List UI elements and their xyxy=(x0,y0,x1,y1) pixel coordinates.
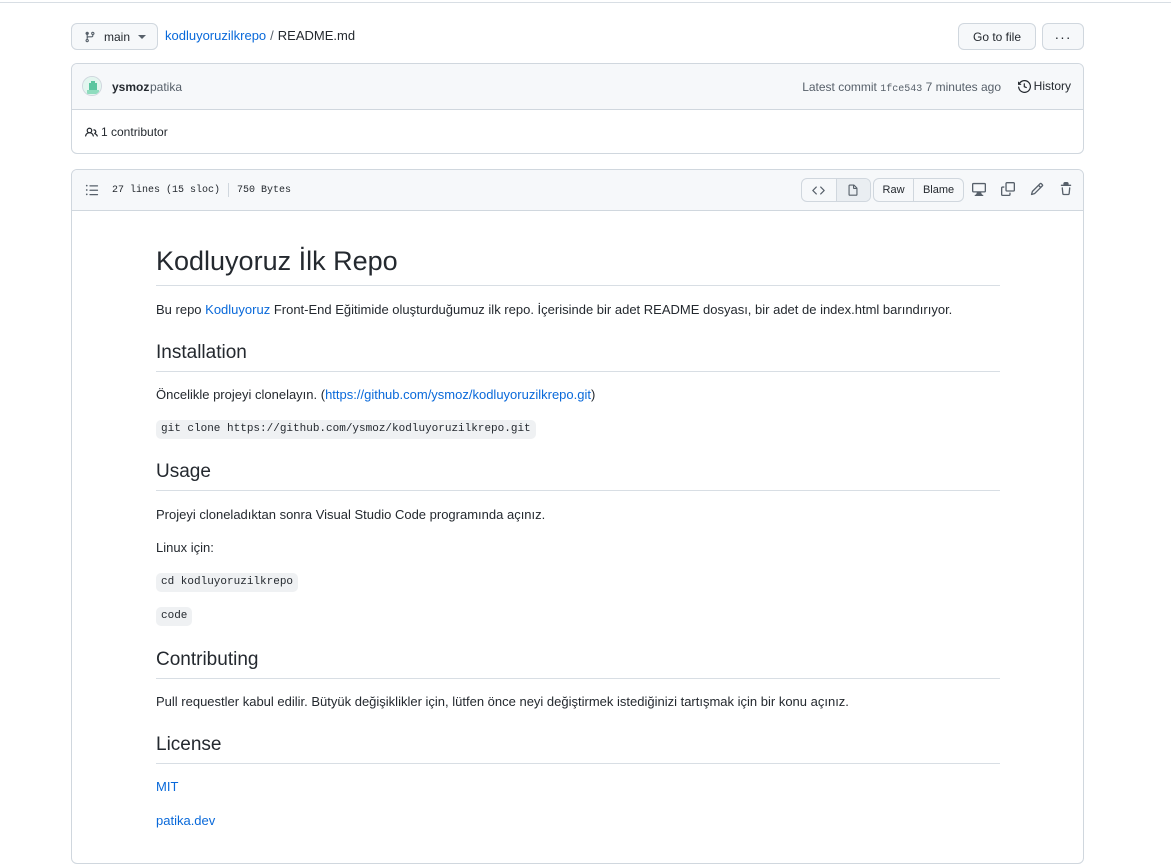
license-heading: License xyxy=(156,733,1000,764)
repo-url-link[interactable]: https://github.com/ysmoz/kodluyoruzilkre… xyxy=(325,387,591,402)
commit-header: ysmoz patika Latest commit 1fce543 7 min… xyxy=(72,64,1083,110)
raw-button[interactable]: Raw xyxy=(874,179,915,201)
file-name: README.md xyxy=(277,28,356,43)
latest-commit-box: ysmoz patika Latest commit 1fce543 7 min… xyxy=(71,63,1084,154)
view-mode-toggle xyxy=(801,178,871,202)
git-branch-icon xyxy=(85,31,95,42)
file-header: 27 lines (15 sloc) 750 Bytes Raw Blame xyxy=(72,170,1083,211)
top-border xyxy=(0,0,1171,3)
latest-commit-info: Latest commit 1fce543 7 minutes ago xyxy=(802,80,1001,95)
commit-sha[interactable]: 1fce543 xyxy=(880,84,922,95)
contributing-heading: Contributing xyxy=(156,648,1000,679)
linux-paragraph: Linux için: xyxy=(156,540,214,555)
divider xyxy=(228,183,230,197)
file-size: 750 Bytes xyxy=(237,184,292,196)
raw-blame-group: Raw Blame xyxy=(873,178,964,202)
contributing-paragraph: Pull requestler kabul edilir. Bütyük değ… xyxy=(156,694,849,709)
license-paragraph: MIT xyxy=(156,778,178,796)
breadcrumb: kodluyoruzilkrepo / README.md xyxy=(165,28,355,43)
rendered-view-button[interactable] xyxy=(835,179,870,201)
branch-select-button[interactable]: main xyxy=(71,23,158,50)
code-command: code xyxy=(156,607,193,626)
intro-prefix: Bu repo xyxy=(156,302,206,317)
branch-name: main xyxy=(104,29,131,44)
history-label: History xyxy=(1033,79,1071,93)
list-unordered-icon[interactable] xyxy=(85,183,99,200)
usage-paragraph: Projeyi cloneladıktan sonra Visual Studi… xyxy=(156,507,546,522)
commit-author[interactable]: ysmoz xyxy=(112,80,149,94)
go-to-file-button[interactable]: Go to file xyxy=(958,23,1036,50)
file-info: 27 lines (15 sloc) 750 Bytes xyxy=(112,183,291,197)
intro-paragraph: Bu repo Kodluyoruz Front-End Eğitimide o… xyxy=(156,301,952,319)
file-viewer: 27 lines (15 sloc) 750 Bytes Raw Blame K… xyxy=(71,169,1084,864)
line-count: 27 lines (15 sloc) xyxy=(112,184,221,196)
installation-heading: Installation xyxy=(156,341,1000,372)
cd-command: cd kodluyoruzilkrepo xyxy=(156,573,299,592)
history-link[interactable]: History xyxy=(1017,79,1071,93)
blame-button[interactable]: Blame xyxy=(914,179,963,201)
code-view-button[interactable] xyxy=(802,179,836,201)
contributors[interactable]: 1 contributor xyxy=(85,125,168,139)
install-paragraph: Öncelikle projeyi clonelayın. (https://g… xyxy=(156,386,595,404)
commit-message[interactable]: patika xyxy=(150,80,182,94)
intro-suffix: Front-End Eğitimide oluşturduğumuz ilk r… xyxy=(270,302,953,317)
chevron-down-icon xyxy=(138,34,147,39)
kodluyoruz-link[interactable]: Kodluyoruz xyxy=(205,302,270,317)
patika-paragraph: patika.dev xyxy=(156,812,215,830)
avatar[interactable] xyxy=(82,76,102,96)
contributors-label: 1 contributor xyxy=(101,125,168,139)
file-navigation: main kodluyoruzilkrepo / README.md Go to f… xyxy=(71,23,1084,50)
patika-link[interactable]: patika.dev xyxy=(156,813,215,828)
usage-heading: Usage xyxy=(156,460,1000,491)
history-icon xyxy=(1017,79,1031,93)
desktop-icon[interactable] xyxy=(971,181,987,197)
code-icon xyxy=(812,185,826,195)
people-icon xyxy=(85,127,98,137)
pencil-icon[interactable] xyxy=(1029,181,1045,197)
breadcrumb-separator: / xyxy=(270,28,274,43)
copy-icon[interactable] xyxy=(1000,181,1016,197)
clone-command: git clone https://github.com/ysmoz/kodlu… xyxy=(156,420,536,439)
install-suffix: ) xyxy=(590,387,596,402)
readme-title: Kodluyoruz İlk Repo xyxy=(156,245,1000,286)
more-options-button[interactable]: ··· xyxy=(1042,23,1084,50)
commit-time: 7 minutes ago xyxy=(925,80,1001,94)
install-prefix: Öncelikle projeyi clonelayın. ( xyxy=(156,387,326,402)
repo-link[interactable]: kodluyoruzilkrepo xyxy=(165,28,266,43)
file-icon xyxy=(848,184,858,196)
trash-icon[interactable] xyxy=(1058,181,1074,197)
latest-commit-label: Latest commit xyxy=(802,80,877,94)
mit-link[interactable]: MIT xyxy=(156,779,178,794)
